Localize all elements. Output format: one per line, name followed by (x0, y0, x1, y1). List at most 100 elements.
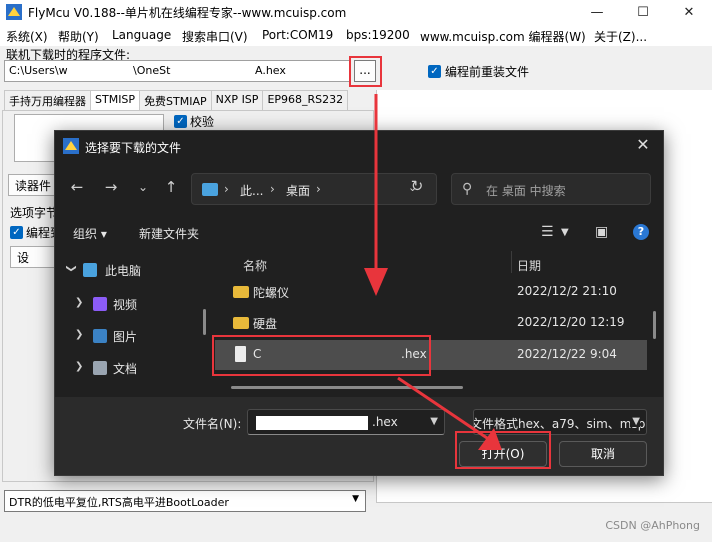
dialog-title: 选择要下载的文件 (85, 141, 182, 155)
reset-mode-select[interactable]: DTR的低电平复位,RTS高电平进BootLoader ▼ (4, 490, 366, 512)
new-folder-button[interactable]: 新建文件夹 (139, 225, 199, 242)
redaction (181, 65, 253, 78)
checkmark-icon: ✓ (174, 115, 187, 128)
checkmark-icon: ✓ (428, 65, 441, 78)
filename-label: 文件名(N): (183, 417, 242, 431)
flymcu-app-icon (63, 138, 79, 154)
forward-arrow-icon[interactable]: → (99, 175, 123, 199)
menu-bar: 系统(X) 帮助(Y) Language 搜索串口(V) Port:COM19 … (0, 24, 712, 46)
verify-checkbox[interactable]: ✓ 校验 (174, 113, 214, 130)
path-end: A.hex (255, 64, 286, 77)
chevron-down-icon: ▼ (630, 416, 640, 427)
menu-programmer[interactable]: www.mcuisp.com 编程器(W) (420, 28, 586, 45)
menu-language[interactable]: Language (112, 28, 171, 42)
chevron-right-icon: ❯ (75, 361, 84, 372)
app-titlebar: FlyMcu V0.188--单片机在线编程专家--www.mcuisp.com… (0, 0, 712, 24)
help-icon[interactable]: ? (633, 224, 649, 240)
checkmark-icon: ✓ (10, 226, 23, 239)
horizontal-scrollbar[interactable] (231, 386, 463, 389)
breadcrumb-separator: › (316, 182, 321, 196)
watermark: CSDN @AhPhong (605, 519, 700, 532)
tab-ep968[interactable]: EP968_RS232 (262, 90, 349, 110)
reload-before-program-checkbox[interactable]: ✓ 编程前重装文件 (428, 63, 529, 80)
breadcrumb-separator: › (224, 182, 229, 196)
settings-button[interactable]: 设 (10, 246, 56, 268)
annotation-box-browse (349, 56, 382, 87)
reload-label: 编程前重装文件 (445, 65, 530, 79)
refresh-icon[interactable]: ↻ (405, 177, 429, 201)
column-separator (511, 251, 512, 273)
tab-stmiap[interactable]: 免费STMIAP (139, 90, 212, 110)
column-header-name[interactable]: 名称 (243, 257, 267, 274)
flymcu-app-icon (6, 4, 22, 20)
computer-icon (83, 263, 97, 277)
sidebar-item-documents[interactable]: ❯ 文档 (55, 353, 211, 383)
program-file-path[interactable]: C:\Users\w \OneSt A.hex (4, 60, 350, 82)
annotation-box-file (212, 335, 431, 376)
back-arrow-icon[interactable]: ← (65, 175, 89, 199)
search-placeholder: 在 桌面 中搜索 (486, 184, 566, 198)
chevron-right-icon: ❯ (75, 329, 84, 340)
sidebar-item-videos[interactable]: ❯ 视频 (55, 289, 211, 319)
path-start: C:\Users\w (9, 64, 68, 77)
reset-mode-value: DTR的低电平复位,RTS高电平进BootLoader (9, 496, 229, 509)
filetype-value: 文件格式hex、a79、sim、msp (473, 417, 646, 431)
address-bar[interactable]: › 此... › 桌面 › ⌄ (191, 173, 437, 205)
menu-search-port[interactable]: 搜索串口(V) (182, 28, 248, 45)
read-device-button[interactable]: 读器件 (8, 174, 56, 196)
file-name: 硬盘 (253, 317, 278, 331)
sidebar-item-this-pc[interactable]: ❯ 此电脑 (55, 255, 211, 285)
filename-value-extension: .hex (372, 415, 398, 429)
filename-input[interactable]: .hex ▼ (247, 409, 445, 435)
video-icon (93, 297, 107, 311)
preview-pane-icon[interactable]: ▣ (595, 224, 608, 240)
search-box[interactable]: ⚲ 在 桌面 中搜索 (451, 173, 651, 205)
file-date: 2022/12/20 12:19 (517, 315, 625, 329)
organize-button[interactable]: 组织 ▾ (73, 225, 107, 242)
path-mid: \OneSt (133, 64, 171, 77)
picture-icon (93, 329, 107, 343)
computer-icon (202, 183, 218, 196)
up-arrow-icon[interactable]: ↑ (159, 175, 183, 199)
open-file-dialog: 选择要下载的文件 ✕ ← → ⌄ ↑ › 此... › 桌面 › ⌄ ↻ ⚲ 在… (54, 130, 664, 476)
chevron-right-icon: ❯ (75, 297, 84, 308)
menu-bps[interactable]: bps:19200 (346, 28, 410, 42)
folder-icon (233, 286, 249, 298)
annotation-box-open (455, 431, 551, 469)
minimize-button[interactable]: — (574, 0, 620, 24)
chevron-down-icon[interactable]: ⌄ (131, 175, 155, 199)
folder-icon (233, 317, 249, 329)
list-item[interactable]: 硬盘 2022/12/20 12:19 (215, 308, 647, 338)
app-title: FlyMcu V0.188--单片机在线编程专家--www.mcuisp.com (28, 6, 347, 20)
menu-system[interactable]: 系统(X) (6, 28, 48, 45)
file-date: 2022/12/2 21:10 (517, 284, 617, 298)
sidebar-label: 文档 (113, 362, 138, 376)
dialog-footer: 文件名(N): .hex ▼ 文件格式hex、a79、sim、msp ▼ 打开(… (55, 397, 663, 475)
file-date: 2022/12/22 9:04 (517, 347, 617, 361)
verify-label: 校验 (190, 115, 215, 129)
sidebar-item-pictures[interactable]: ❯ 图片 (55, 321, 211, 351)
menu-about[interactable]: 关于(Z)... (594, 28, 647, 45)
list-item[interactable]: 陀螺仪 2022/12/2 21:10 (215, 277, 647, 307)
breadcrumb-separator: › (270, 182, 275, 196)
sidebar-scrollbar[interactable] (203, 309, 206, 335)
close-button[interactable]: ✕ (666, 0, 712, 24)
chevron-down-icon[interactable]: ▼ (430, 416, 438, 427)
tab-handheld[interactable]: 手持万用编程器 (4, 90, 91, 110)
column-header-date[interactable]: 日期 (517, 257, 541, 274)
sidebar-label: 视频 (113, 298, 138, 312)
chevron-down-icon[interactable]: ▼ (561, 227, 569, 238)
cancel-button[interactable]: 取消 (559, 441, 647, 467)
navigation-pane: ❯ 此电脑 ❯ 视频 ❯ 图片 ❯ 文档 (55, 255, 211, 397)
tab-stmisp[interactable]: STMISP (90, 90, 141, 110)
file-list-scrollbar[interactable] (653, 311, 656, 339)
dialog-close-button[interactable]: ✕ (631, 135, 655, 157)
chevron-down-icon: ❯ (65, 264, 77, 273)
view-list-icon[interactable]: ☰ (541, 224, 554, 240)
tab-nxp-isp[interactable]: NXP ISP (210, 90, 264, 110)
breadcrumb-desktop[interactable]: 桌面 (286, 182, 310, 199)
menu-help[interactable]: 帮助(Y) (58, 28, 99, 45)
menu-port[interactable]: Port:COM19 (262, 28, 333, 42)
breadcrumb-this-pc[interactable]: 此... (240, 182, 263, 199)
maximize-button[interactable]: ☐ (620, 0, 666, 24)
